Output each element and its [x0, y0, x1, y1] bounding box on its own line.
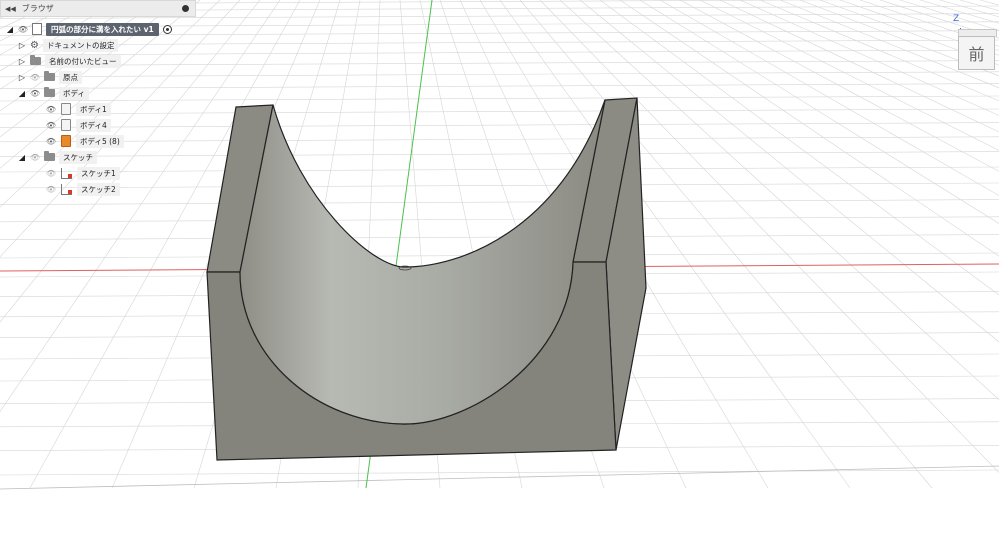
folder-icon	[30, 55, 41, 65]
folder-icon	[44, 71, 55, 81]
active-radio-icon[interactable]	[162, 24, 172, 34]
eye-icon[interactable]: 👁	[28, 153, 42, 162]
eye-icon[interactable]: 👁	[44, 169, 58, 178]
expanded-triangle-icon[interactable]: ◢	[4, 25, 16, 34]
eye-icon[interactable]: 👁	[44, 185, 58, 194]
eye-icon[interactable]: 👁	[16, 25, 30, 34]
tree-item-sketch2[interactable]: 👁 スケッチ2	[44, 182, 120, 196]
tree-item-body4[interactable]: 👁 ボディ4	[44, 118, 111, 132]
collapsed-triangle-icon[interactable]: ▷	[16, 41, 28, 50]
tree-item-sketches[interactable]: ◢ 👁 スケッチ	[16, 150, 97, 164]
collapse-arrows-icon[interactable]: ◀◀	[5, 5, 16, 13]
viewcube-front-face[interactable]: 前	[958, 36, 995, 70]
folder-icon	[44, 151, 55, 161]
eye-hidden-icon[interactable]: 👁	[28, 73, 42, 82]
eye-icon[interactable]: 👁	[44, 121, 58, 130]
tree-item-label: ボディ4	[76, 118, 111, 132]
eye-icon[interactable]: 👁	[44, 105, 58, 114]
tree-item-sketch1[interactable]: 👁 スケッチ1	[44, 166, 120, 180]
body-component-icon	[61, 135, 71, 147]
sketch-icon	[61, 183, 72, 195]
tree-item-label: ボディ1	[76, 102, 111, 116]
pin-icon[interactable]	[182, 5, 189, 12]
viewcube[interactable]: Z 前	[943, 8, 997, 70]
tree-item-named-views[interactable]: ▷ 名前の付いたビュー	[16, 54, 121, 68]
document-icon	[32, 23, 42, 35]
tree-item-label: 名前の付いたビュー	[45, 54, 121, 68]
tree-item-label: スケッチ2	[77, 182, 120, 196]
browser-title: ブラウザ	[21, 4, 54, 13]
folder-icon	[44, 87, 55, 97]
tree-item-bodies[interactable]: ◢ 👁 ボディ	[16, 86, 89, 100]
z-axis-label: Z	[953, 14, 960, 24]
expanded-triangle-icon[interactable]: ◢	[16, 89, 28, 98]
tree-item-label: ボディ	[59, 86, 89, 100]
gear-icon: ⚙	[30, 39, 39, 51]
expanded-triangle-icon[interactable]: ◢	[16, 153, 28, 162]
tree-item-body1[interactable]: 👁 ボディ1	[44, 102, 111, 116]
tree-item-document-settings[interactable]: ▷ ⚙ ドキュメントの設定	[16, 38, 119, 52]
tree-item-label: 円弧の部分に溝を入れたい v1	[46, 22, 159, 36]
model-viewport[interactable]	[0, 0, 999, 538]
eye-icon[interactable]: 👁	[28, 89, 42, 98]
collapsed-triangle-icon[interactable]: ▷	[16, 57, 28, 66]
tree-item-label: スケッチ	[59, 150, 97, 164]
tree-item-root[interactable]: ◢ 👁 円弧の部分に溝を入れたい v1	[4, 22, 172, 36]
body-icon	[61, 103, 71, 115]
browser-header: ◀◀ ブラウザ	[0, 0, 196, 17]
body-icon	[61, 119, 71, 131]
collapsed-triangle-icon[interactable]: ▷	[16, 73, 28, 82]
sketch-icon	[61, 167, 72, 179]
tree-item-label: スケッチ1	[77, 166, 120, 180]
tree-item-body5[interactable]: 👁 ボディ5 (8)	[44, 134, 124, 148]
eye-icon[interactable]: 👁	[44, 137, 58, 146]
tree-item-label: ボディ5 (8)	[76, 134, 124, 148]
browser-panel: ◀◀ ブラウザ ◢ 👁 円弧の部分に溝を入れたい v1 ▷ ⚙ ドキュメントの設…	[0, 0, 196, 196]
tree-item-label: 原点	[59, 70, 82, 84]
tree-item-label: ドキュメントの設定	[42, 38, 119, 52]
tree-item-origin[interactable]: ▷ 👁 原点	[16, 70, 82, 84]
